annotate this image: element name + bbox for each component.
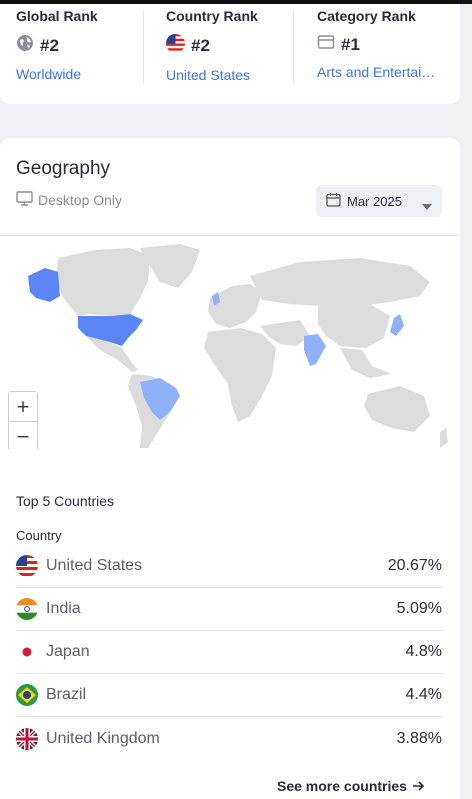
united-states-link[interactable]: United States: [166, 67, 286, 83]
map-africa: [204, 328, 276, 422]
country-share: 20.67%: [387, 557, 442, 574]
country-rank: Country Rank #2 United States: [166, 8, 286, 84]
divider: [143, 10, 144, 84]
map-east-asia: [318, 304, 390, 348]
country-rank-value: #2: [191, 36, 210, 55]
map-japan: [390, 314, 404, 336]
calendar-icon: [326, 192, 341, 210]
date-label: Mar 2025: [347, 193, 402, 209]
category-rank: Category Rank #1 Arts and Entertai…: [317, 8, 445, 84]
country-name: India: [46, 600, 81, 617]
country-row-united-states[interactable]: United States 20.67%: [16, 545, 444, 588]
global-rank: Global Rank #2 Worldwide: [16, 8, 136, 84]
map-new-zealand: [440, 428, 448, 448]
map-australia: [364, 386, 430, 432]
category-rank-title: Category Rank: [317, 8, 416, 24]
date-picker[interactable]: Mar 2025: [316, 185, 442, 217]
country-column-header: Country: [16, 528, 62, 543]
map-europe: [208, 284, 262, 328]
map-canada: [56, 248, 150, 316]
divider: [293, 10, 294, 84]
country-name: Japan: [46, 643, 90, 660]
country-share: 4.4%: [405, 686, 442, 703]
us-flag-icon: [166, 34, 185, 58]
country-rank-title: Country Rank: [166, 8, 258, 24]
global-rank-title: Global Rank: [16, 8, 98, 24]
globe-icon: [16, 34, 34, 57]
see-more-countries-link[interactable]: See more countries: [277, 778, 425, 794]
top-countries-heading: Top 5 Countries: [16, 493, 115, 509]
country-name: United States: [46, 557, 143, 574]
country-share: 4.8%: [405, 643, 442, 660]
country-name: United Kingdom: [46, 729, 160, 747]
geography-title: Geography: [16, 158, 111, 179]
arrow-right-icon: [407, 778, 425, 794]
category-link[interactable]: Arts and Entertai…: [317, 64, 445, 80]
country-name: Brazil: [46, 686, 87, 703]
rank-card: Global Rank #2 Worldwide Country Rank #2…: [0, 4, 460, 104]
map-india: [304, 334, 326, 366]
country-list: United States 20.67% India 5.09% Japan 4…: [16, 545, 444, 760]
device-label: Desktop Only: [38, 192, 123, 208]
map-russia: [250, 258, 430, 306]
chevron-down-icon: [422, 198, 432, 213]
country-share: 5.09%: [396, 600, 442, 617]
world-map[interactable]: [0, 236, 460, 458]
geography-card: Geography Desktop Only Mar 2025 + − Top …: [0, 138, 460, 799]
desktop-icon: [16, 191, 38, 209]
country-row-brazil[interactable]: Brazil 4.4%: [16, 674, 444, 717]
india-flag-icon: [16, 598, 38, 620]
see-more-label: See more countries: [277, 778, 407, 794]
device-filter: Desktop Only: [16, 191, 122, 209]
map-alaska: [28, 268, 60, 302]
country-row-united-kingdom[interactable]: United Kingdom 3.88%: [16, 717, 444, 760]
zoom-out-button[interactable]: −: [9, 422, 37, 451]
country-row-india[interactable]: India 5.09%: [16, 588, 444, 631]
category-rank-value: #1: [341, 34, 360, 54]
brazil-flag-icon: [16, 684, 38, 706]
country-row-japan[interactable]: Japan 4.8%: [16, 631, 444, 674]
zoom-in-button[interactable]: +: [9, 392, 37, 421]
japan-flag-icon: [16, 641, 38, 663]
map-se-asia: [340, 348, 392, 378]
worldwide-link[interactable]: Worldwide: [16, 66, 136, 82]
country-share: 3.88%: [396, 729, 442, 747]
uk-flag-icon: [16, 727, 38, 750]
us-flag-icon: [16, 555, 38, 577]
map-usa: [78, 314, 143, 346]
global-rank-value: #2: [40, 35, 59, 55]
category-icon: [317, 34, 335, 55]
map-zoom-control: + −: [8, 391, 38, 451]
